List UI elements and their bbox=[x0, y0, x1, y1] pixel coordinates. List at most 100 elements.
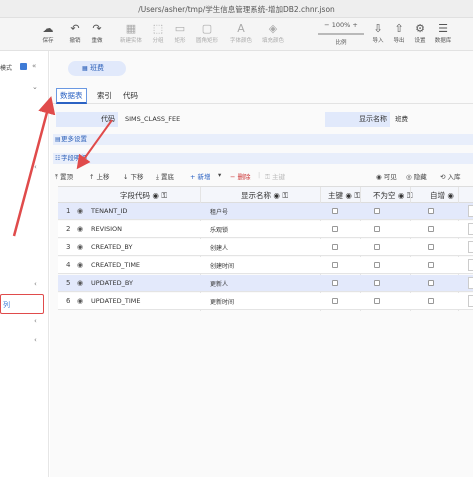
field-code-cell[interactable]: UPDATED_TIME bbox=[91, 297, 140, 305]
auto-inc-checkbox[interactable] bbox=[428, 208, 434, 214]
fill-color-button[interactable]: ◈ 填充颜色 bbox=[260, 21, 286, 44]
row-extra-cell[interactable] bbox=[468, 223, 473, 235]
field-code-cell[interactable]: REVISION bbox=[91, 225, 122, 233]
eye-icon[interactable]: ◉ bbox=[77, 207, 83, 215]
table-row[interactable]: 2 ◉ REVISION 乐观锁 bbox=[58, 221, 473, 238]
column-header-code[interactable]: 字段代码 ◉ ⚿ bbox=[120, 190, 167, 201]
chevron-left-icon[interactable]: ‹ bbox=[34, 163, 37, 171]
not-null-checkbox[interactable] bbox=[374, 298, 380, 304]
field-code-cell[interactable]: UPDATED_BY bbox=[91, 279, 133, 287]
table-row[interactable]: 4 ◉ CREATED_TIME 创建时间 bbox=[58, 257, 473, 274]
tab-data-table[interactable]: 数据表 bbox=[56, 88, 87, 104]
entity-tab[interactable]: ▦ 班费 bbox=[68, 61, 126, 76]
selected-tree-item[interactable]: 列 bbox=[0, 294, 44, 314]
row-number: 6 bbox=[66, 297, 71, 305]
table-icon: ▦ bbox=[82, 65, 88, 72]
not-null-checkbox[interactable] bbox=[374, 262, 380, 268]
move-down-button[interactable]: ↓ 下移 bbox=[123, 171, 144, 181]
chevron-down-icon[interactable]: ⌄ bbox=[32, 83, 38, 91]
font-color-button[interactable]: A 字体颜色 bbox=[228, 21, 254, 44]
auto-inc-checkbox[interactable] bbox=[428, 244, 434, 250]
auto-inc-checkbox[interactable] bbox=[428, 262, 434, 268]
pk-checkbox[interactable] bbox=[332, 244, 338, 250]
display-name-cell[interactable]: 创建时间 bbox=[210, 261, 234, 270]
column-header-display[interactable]: 显示名称 ◉ ⚿ bbox=[241, 190, 288, 201]
column-header-auto-inc[interactable]: 自增 ◉ bbox=[430, 190, 454, 201]
save-button[interactable]: ☁ 保存 bbox=[35, 21, 61, 44]
eye-icon[interactable]: ◉ bbox=[77, 225, 83, 233]
chevron-left-icon[interactable]: ‹ bbox=[34, 317, 37, 325]
zoom-value: 100% bbox=[331, 21, 351, 29]
eye-icon: ◉ bbox=[397, 191, 405, 200]
chevron-down-icon[interactable]: ▾ bbox=[218, 171, 221, 179]
pk-checkbox[interactable] bbox=[332, 226, 338, 232]
zoom-out-icon[interactable]: − bbox=[324, 21, 329, 29]
chevron-left-icon[interactable]: ‹ bbox=[34, 280, 37, 288]
display-name-cell[interactable]: 创建人 bbox=[210, 243, 228, 252]
zoom-in-icon[interactable]: + bbox=[352, 21, 357, 29]
row-extra-cell[interactable] bbox=[468, 241, 473, 253]
table-row[interactable]: 5 ◉ UPDATED_BY 更新人 bbox=[58, 275, 473, 292]
row-extra-cell[interactable] bbox=[468, 277, 473, 289]
display-name-input[interactable]: 班费 bbox=[391, 112, 471, 127]
eye-icon[interactable]: ◉ bbox=[77, 279, 83, 287]
chevron-left-icon[interactable]: ‹ bbox=[34, 336, 37, 344]
eye-icon: ◉ bbox=[152, 191, 159, 200]
display-name-cell[interactable]: 租户号 bbox=[210, 207, 228, 216]
rounded-rect-button[interactable]: ▢ 圆角矩形 bbox=[194, 21, 220, 44]
move-bottom-button[interactable]: ⤓ 置底 bbox=[156, 171, 174, 182]
hide-button[interactable]: ◎ 隐藏 bbox=[406, 171, 427, 181]
mode-checkbox[interactable] bbox=[20, 63, 27, 70]
row-extra-cell[interactable] bbox=[468, 259, 473, 271]
new-entity-button[interactable]: ▦ 新建实体 bbox=[118, 21, 144, 44]
column-header-pk[interactable]: 主键 ◉ ⚿ bbox=[328, 190, 360, 201]
table-row[interactable]: 3 ◉ CREATED_BY 创建人 bbox=[58, 239, 473, 256]
table-row[interactable]: 1 ◉ TENANT_ID 租户号 bbox=[58, 203, 473, 220]
column-header-not-null[interactable]: 不为空 ◉ ⚿ bbox=[373, 190, 413, 201]
table-row[interactable]: 6 ◉ UPDATED_TIME 更新时间 bbox=[58, 293, 473, 310]
auto-inc-checkbox[interactable] bbox=[428, 280, 434, 286]
auto-inc-checkbox[interactable] bbox=[428, 298, 434, 304]
database-button[interactable]: ☰ 数据库 bbox=[430, 21, 456, 44]
field-code-cell[interactable]: TENANT_ID bbox=[91, 207, 127, 215]
pk-checkbox[interactable] bbox=[332, 298, 338, 304]
more-settings-section[interactable]: ▤ 更多设置 bbox=[53, 134, 473, 145]
row-extra-cell[interactable] bbox=[468, 295, 473, 307]
delete-field-button[interactable]: − 删除 bbox=[230, 171, 251, 181]
add-field-button[interactable]: + 新增 bbox=[190, 171, 211, 181]
auto-inc-checkbox[interactable] bbox=[428, 226, 434, 232]
zoom-slider[interactable] bbox=[318, 33, 364, 35]
zoom-control[interactable]: − 100% + 比例 bbox=[315, 21, 367, 46]
display-name-cell[interactable]: 更新时间 bbox=[210, 297, 234, 306]
eye-icon[interactable]: ◉ bbox=[77, 261, 83, 269]
display-name-cell[interactable]: 更新人 bbox=[210, 279, 228, 288]
row-extra-cell[interactable] bbox=[468, 205, 473, 217]
move-top-button[interactable]: ⤒ 置顶 bbox=[55, 171, 73, 182]
field-code-cell[interactable]: CREATED_BY bbox=[91, 243, 133, 251]
field-code-cell[interactable]: CREATED_TIME bbox=[91, 261, 140, 269]
pk-button[interactable]: ⚿ 主键 bbox=[265, 171, 285, 182]
eye-icon[interactable]: ◉ bbox=[77, 243, 83, 251]
import-field-button[interactable]: ⟲ 入库 bbox=[440, 171, 461, 181]
show-button[interactable]: ◉ 可见 bbox=[376, 171, 397, 181]
not-null-checkbox[interactable] bbox=[374, 244, 380, 250]
not-null-checkbox[interactable] bbox=[374, 226, 380, 232]
pk-checkbox[interactable] bbox=[332, 280, 338, 286]
tab-code[interactable]: 代码 bbox=[123, 90, 138, 101]
pk-checkbox[interactable] bbox=[332, 208, 338, 214]
eye-icon[interactable]: ◉ bbox=[77, 297, 83, 305]
not-null-checkbox[interactable] bbox=[374, 208, 380, 214]
rounded-rectangle-icon: ▢ bbox=[201, 22, 213, 35]
tab-index[interactable]: 索引 bbox=[97, 90, 112, 101]
rect-button[interactable]: ▭ 矩形 bbox=[167, 21, 193, 44]
field-details-section[interactable]: ☷ 字段明细 bbox=[53, 153, 473, 164]
pk-checkbox[interactable] bbox=[332, 262, 338, 268]
move-up-button[interactable]: ↑ 上移 bbox=[89, 171, 110, 181]
code-input[interactable]: SIMS_CLASS_FEE bbox=[121, 112, 301, 127]
font-color-icon: A bbox=[237, 22, 245, 35]
display-name-cell[interactable]: 乐观锁 bbox=[210, 225, 228, 234]
not-null-checkbox[interactable] bbox=[374, 280, 380, 286]
collapse-icon[interactable]: « bbox=[32, 62, 36, 70]
entity-form: 代码 SIMS_CLASS_FEE 显示名称 班费 bbox=[53, 112, 473, 127]
redo-button[interactable]: ↷ 重做 bbox=[84, 21, 110, 44]
